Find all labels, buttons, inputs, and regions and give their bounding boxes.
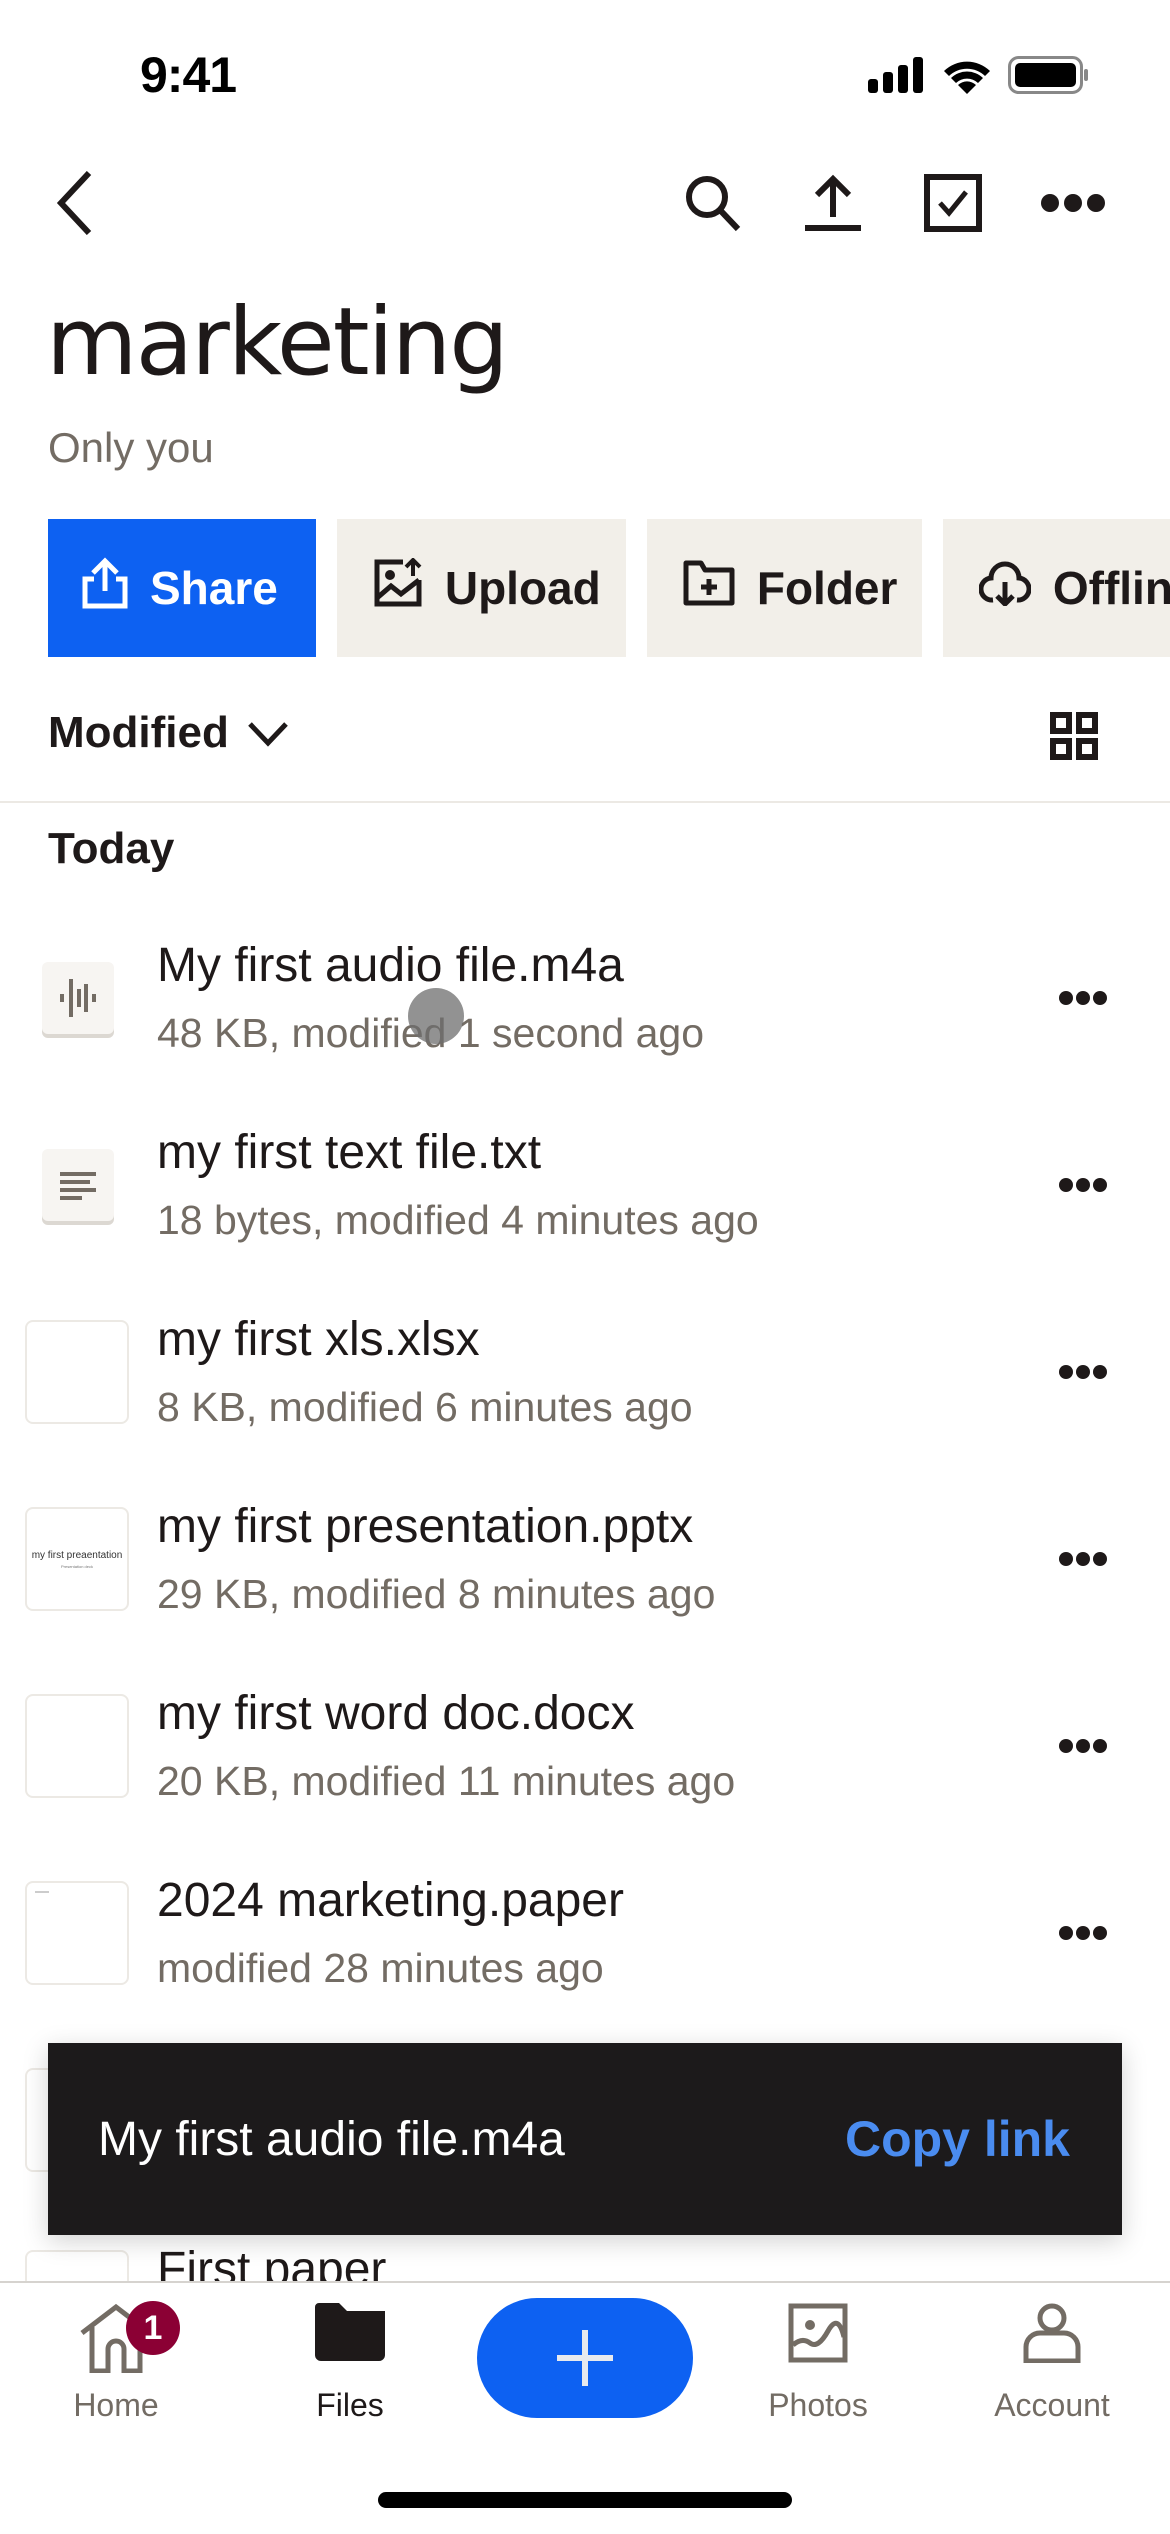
folder-icon [315, 2303, 385, 2361]
more-horizontal-icon [1059, 1739, 1107, 1753]
toast-snackbar: My first audio file.m4a Copy link [48, 2043, 1122, 2235]
share-button[interactable]: Share [48, 519, 316, 657]
audio-file-icon [42, 962, 114, 1034]
file-name: my first word doc.docx [157, 1687, 635, 1740]
more-horizontal-icon [1059, 1178, 1107, 1192]
notification-badge: 1 [126, 2301, 180, 2355]
checkbox-icon [924, 173, 982, 237]
upload-photo-icon [373, 556, 423, 619]
chevron-left-icon [53, 170, 97, 240]
file-row[interactable]: 2024 marketing.paper modified 28 minutes… [0, 1874, 1170, 2068]
file-meta: 29 KB, modified 8 minutes ago [157, 1571, 716, 1617]
tab-files[interactable]: Files [250, 2303, 450, 2424]
document-thumbnail [25, 1694, 129, 1798]
back-button[interactable] [40, 170, 110, 240]
page-title: marketing [46, 288, 509, 397]
touch-indicator [408, 988, 464, 1044]
sort-dropdown[interactable]: Modified [48, 708, 289, 758]
file-name: my first text file.txt [157, 1126, 542, 1179]
create-button[interactable] [477, 2298, 693, 2418]
tab-home-label: Home [73, 2387, 159, 2423]
photos-icon [788, 2303, 848, 2363]
more-horizontal-icon [1059, 991, 1107, 1005]
file-row[interactable]: my first text file.txt 18 bytes, modifie… [0, 1126, 1170, 1320]
toast-message: My first audio file.m4a [98, 2112, 565, 2166]
tab-account[interactable]: Account [952, 2303, 1152, 2424]
thumbnail-line [35, 1891, 49, 1893]
divider [0, 801, 1170, 803]
file-name: my first presentation.pptx [157, 1500, 694, 1553]
tab-photos[interactable]: Photos [718, 2303, 918, 2424]
file-more-button[interactable] [1048, 1165, 1118, 1205]
file-name: My first audio file.m4a [157, 939, 624, 992]
cloud-download-icon [978, 560, 1032, 617]
file-meta: 8 KB, modified 6 minutes ago [157, 1384, 693, 1430]
file-more-button[interactable] [1048, 1539, 1118, 1579]
file-row[interactable]: my first preaentation Presentation deck … [0, 1500, 1170, 1694]
action-button-row: Share Upload Folder Offline [48, 519, 1170, 657]
section-header-today: Today [48, 824, 175, 873]
file-meta: 20 KB, modified 11 minutes ago [157, 1758, 736, 1804]
file-row[interactable]: My first audio file.m4a 48 KB, modified … [0, 939, 1170, 1133]
battery-icon [1008, 56, 1090, 99]
tab-home[interactable]: Home 1 [16, 2301, 216, 2424]
spreadsheet-thumbnail [25, 1320, 129, 1424]
more-horizontal-icon [1059, 1365, 1107, 1379]
select-button[interactable] [918, 170, 988, 240]
upload-action-label: Upload [444, 562, 601, 614]
sharing-status: Only you [48, 424, 214, 471]
more-button[interactable] [1038, 170, 1108, 240]
tab-account-label: Account [994, 2387, 1110, 2423]
more-horizontal-icon [1040, 193, 1106, 218]
presentation-thumbnail: my first preaentation Presentation deck [25, 1507, 129, 1611]
more-horizontal-icon [1059, 1926, 1107, 1940]
grid-view-icon [1050, 712, 1098, 764]
home-indicator [378, 2492, 792, 2508]
thumbnail-title: my first preaentation [31, 1549, 123, 1561]
upload-icon [803, 173, 863, 238]
status-time: 9:41 [140, 47, 237, 103]
offline-label: Offline [1052, 562, 1170, 614]
file-row[interactable]: my first word doc.docx 20 KB, modified 1… [0, 1687, 1170, 1881]
search-button[interactable] [678, 170, 748, 240]
upload-action-button[interactable]: Upload [336, 519, 626, 657]
account-icon [1023, 2303, 1081, 2363]
share-icon [82, 556, 128, 620]
file-more-button[interactable] [1048, 1913, 1118, 1953]
new-folder-label: Folder [756, 562, 898, 614]
file-name: my first xls.xlsx [157, 1313, 480, 1366]
new-folder-button[interactable]: Folder [646, 519, 922, 657]
status-icons [868, 56, 1090, 99]
cellular-signal-icon [868, 57, 926, 98]
thumbnail-subtitle: Presentation deck [60, 1563, 94, 1569]
file-meta: 18 bytes, modified 4 minutes ago [157, 1197, 759, 1243]
file-more-button[interactable] [1048, 1726, 1118, 1766]
offline-button[interactable]: Offline [942, 519, 1170, 657]
file-row[interactable]: my first xls.xlsx 8 KB, modified 6 minut… [0, 1313, 1170, 1507]
new-folder-icon [683, 560, 735, 617]
plus-icon [557, 2330, 613, 2386]
upload-button[interactable] [798, 170, 868, 240]
text-file-icon [42, 1149, 114, 1221]
file-name: 2024 marketing.paper [157, 1874, 624, 1927]
search-icon [683, 173, 743, 238]
wifi-icon [942, 56, 992, 99]
tab-photos-label: Photos [768, 2387, 868, 2423]
more-horizontal-icon [1059, 1552, 1107, 1566]
paper-thumbnail [25, 1881, 129, 1985]
tab-files-label: Files [316, 2387, 384, 2423]
copy-link-button[interactable]: Copy link [845, 2110, 1070, 2168]
file-more-button[interactable] [1048, 978, 1118, 1018]
chevron-down-icon [247, 708, 289, 758]
view-toggle-button[interactable] [1050, 712, 1098, 760]
share-button-label: Share [150, 562, 278, 614]
file-more-button[interactable] [1048, 1352, 1118, 1392]
file-meta: modified 28 minutes ago [157, 1945, 604, 1991]
sort-label: Modified [48, 708, 229, 757]
